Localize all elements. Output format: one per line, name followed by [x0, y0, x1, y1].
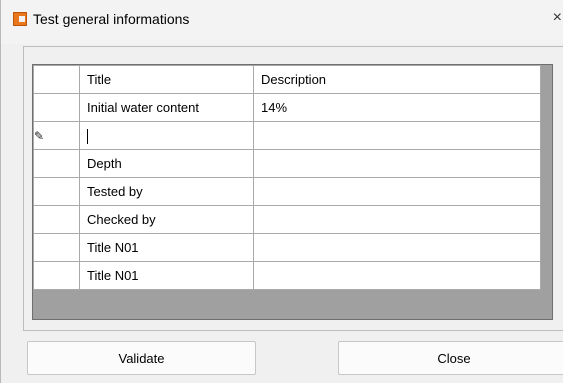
- row-header-cell[interactable]: ✎: [33, 121, 80, 150]
- table-row: Title N01: [33, 233, 541, 262]
- column-header-description[interactable]: Description: [253, 65, 541, 94]
- grid-scroll-strip: [542, 65, 552, 293]
- pencil-icon: ✎: [34, 129, 45, 143]
- title-cell-editing[interactable]: [79, 121, 254, 150]
- description-cell[interactable]: [253, 177, 541, 206]
- title-cell[interactable]: Checked by: [79, 205, 254, 234]
- table-row: Tested by: [33, 177, 541, 206]
- description-cell[interactable]: [253, 233, 541, 262]
- row-header-cell[interactable]: [33, 149, 80, 178]
- close-icon[interactable]: ×: [553, 9, 562, 27]
- grid-table: Title Description Initial water content …: [33, 65, 541, 290]
- row-header-cell[interactable]: [33, 233, 80, 262]
- data-grid: Title Description Initial water content …: [32, 64, 553, 320]
- close-button[interactable]: Close: [338, 341, 563, 375]
- table-row-editing: ✎: [33, 121, 541, 150]
- row-header-cell[interactable]: [33, 261, 80, 290]
- description-cell[interactable]: 14%: [253, 93, 541, 122]
- table-row: Title N01: [33, 261, 541, 290]
- title-cell[interactable]: Title N01: [79, 261, 254, 290]
- title-cell[interactable]: Title N01: [79, 233, 254, 262]
- dialog-window: Test general informations × Title Descri…: [0, 0, 563, 383]
- row-header-cell[interactable]: [33, 205, 80, 234]
- description-cell[interactable]: [253, 149, 541, 178]
- title-cell[interactable]: Tested by: [79, 177, 254, 206]
- description-cell[interactable]: [253, 205, 541, 234]
- description-cell[interactable]: [253, 121, 541, 150]
- corner-header-cell[interactable]: [33, 65, 80, 94]
- app-logo-icon: [13, 12, 27, 26]
- title-cell[interactable]: Depth: [79, 149, 254, 178]
- title-bar: Test general informations ×: [1, 0, 563, 44]
- grid-header-row: Title Description: [33, 65, 541, 94]
- validate-button[interactable]: Validate: [27, 341, 256, 375]
- row-header-cell[interactable]: [33, 177, 80, 206]
- table-row: Initial water content 14%: [33, 93, 541, 122]
- table-row: Depth: [33, 149, 541, 178]
- row-header-cell[interactable]: [33, 93, 80, 122]
- text-caret: [87, 128, 88, 144]
- table-row: Checked by: [33, 205, 541, 234]
- title-cell[interactable]: Initial water content: [79, 93, 254, 122]
- description-cell[interactable]: [253, 261, 541, 290]
- window-title: Test general informations: [33, 11, 190, 27]
- column-header-title[interactable]: Title: [79, 65, 254, 94]
